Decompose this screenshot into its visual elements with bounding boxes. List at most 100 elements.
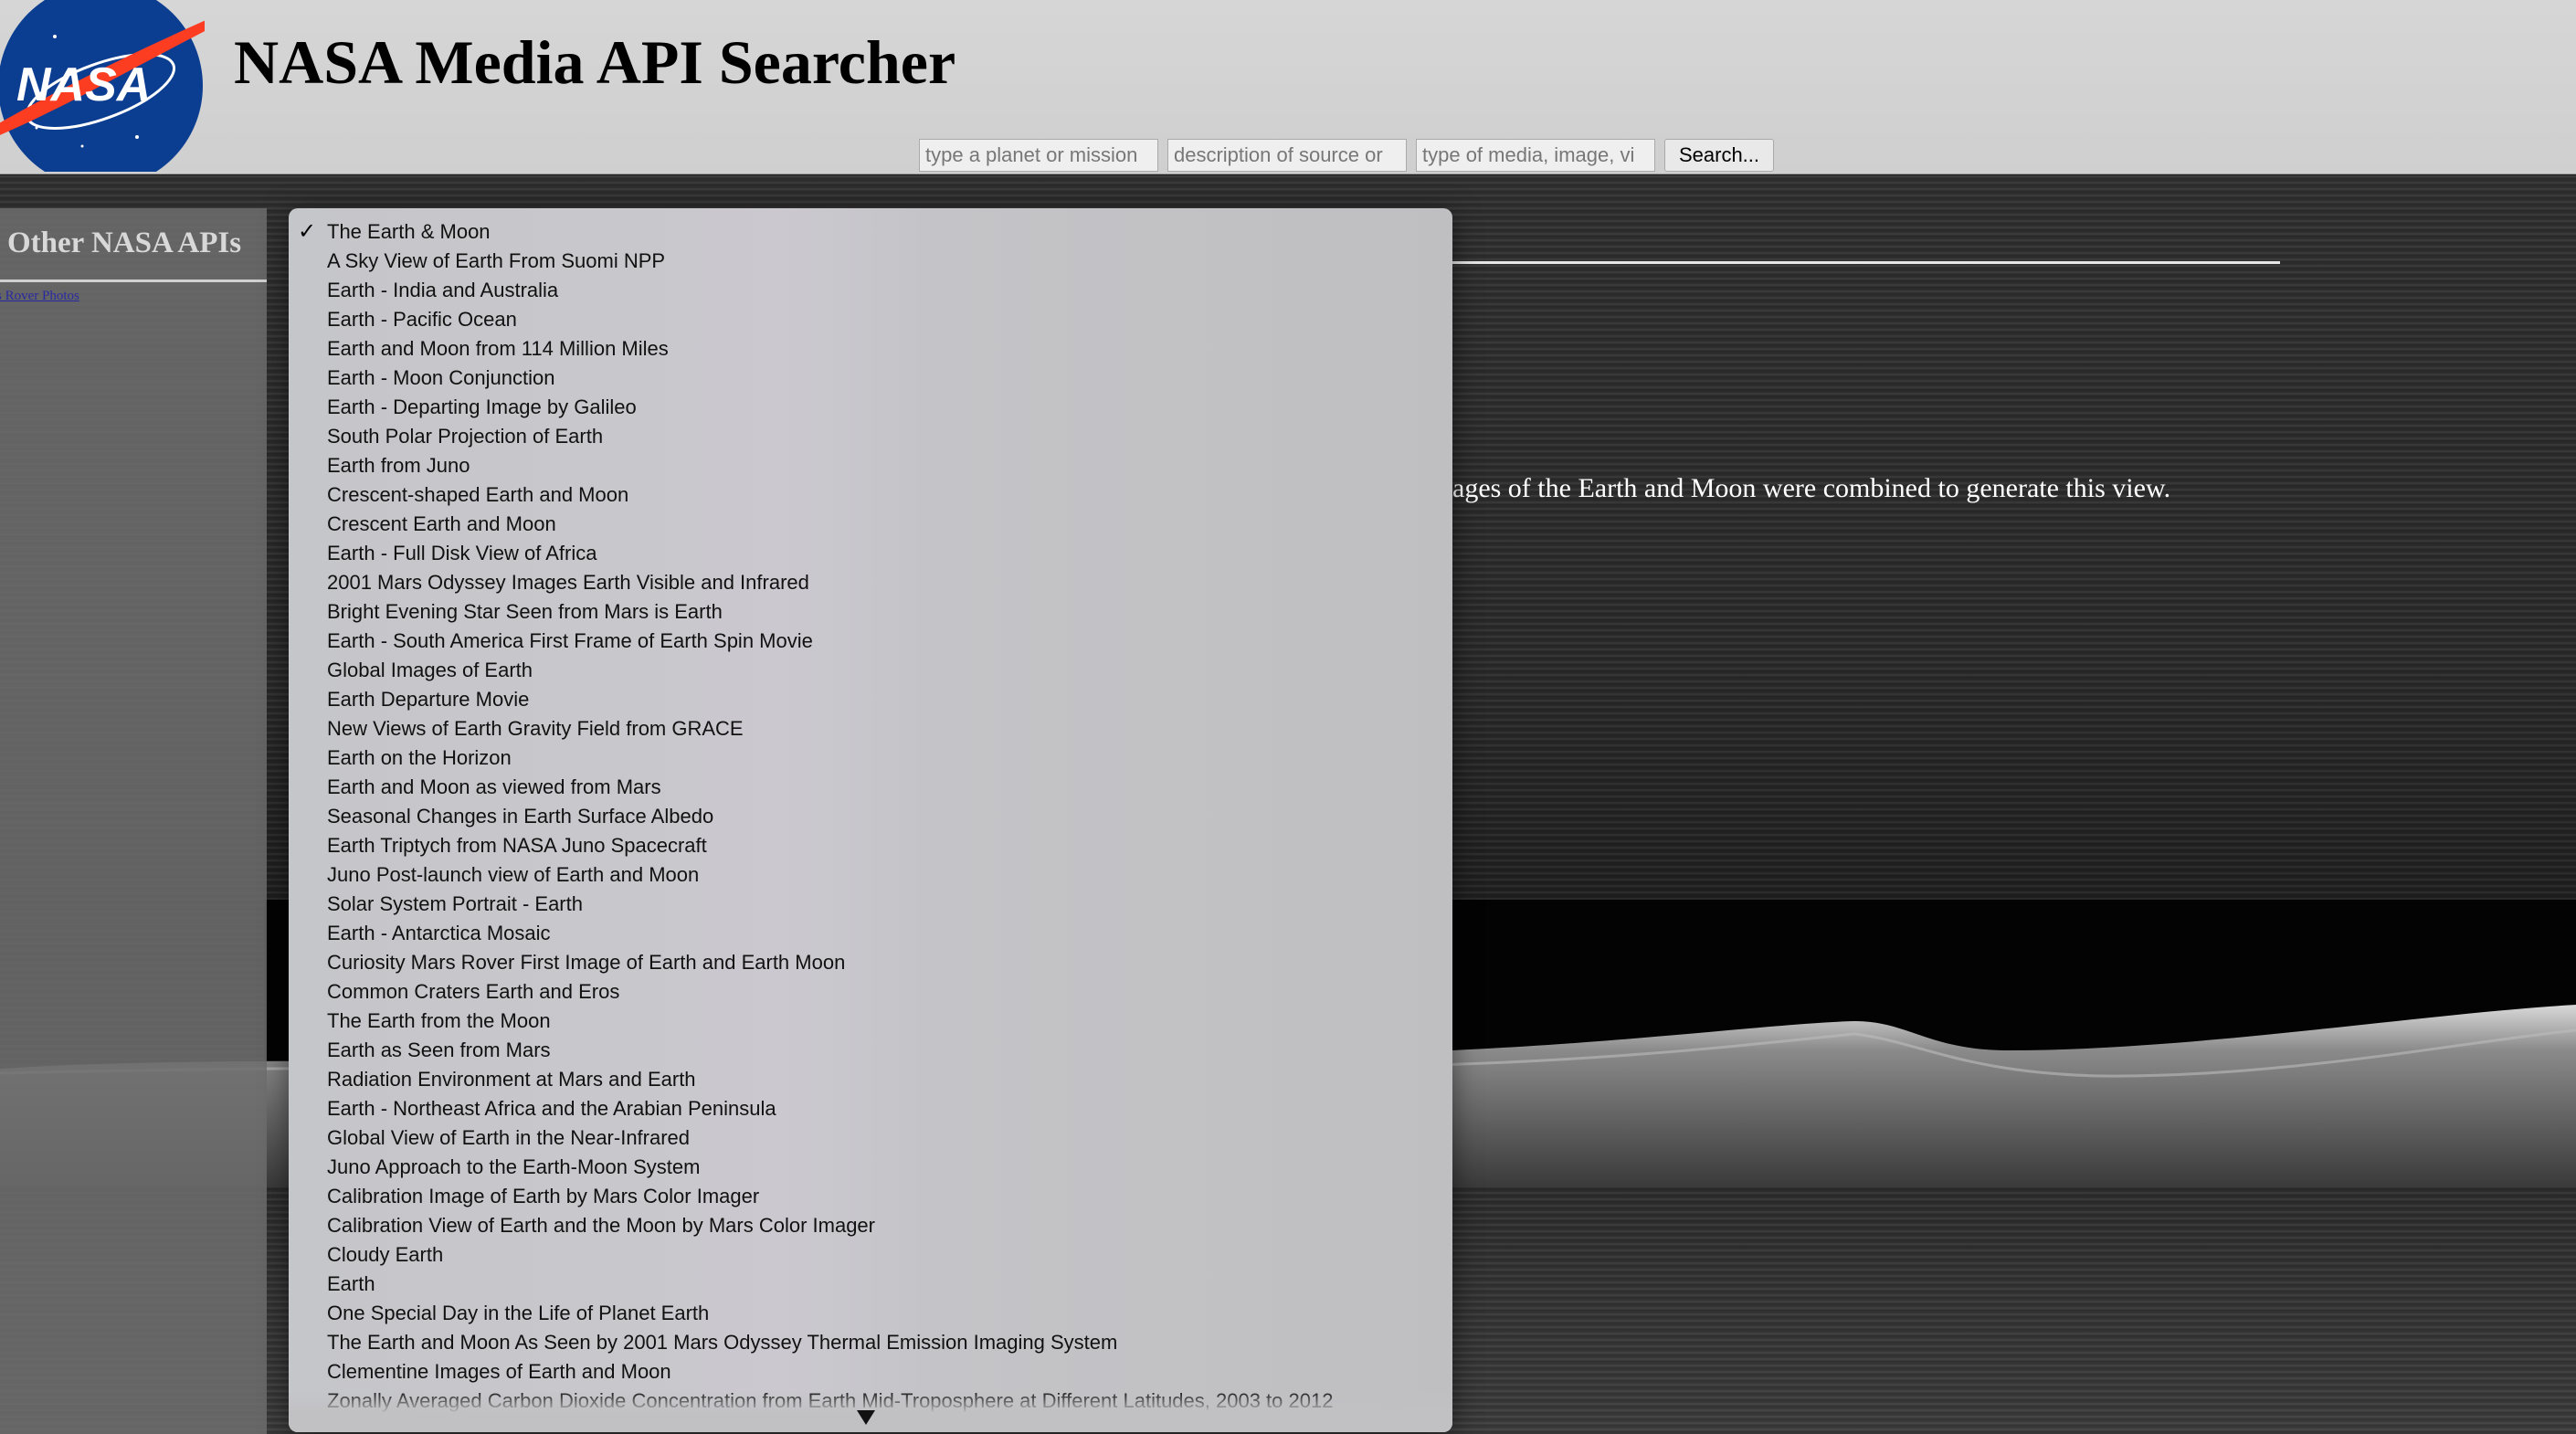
- dropdown-option[interactable]: Radiation Environment at Mars and Earth: [289, 1065, 1452, 1094]
- dropdown-option-label: Earth - South America First Frame of Ear…: [327, 629, 813, 652]
- dropdown-option-label: One Special Day in the Life of Planet Ea…: [327, 1302, 710, 1324]
- dropdown-option-label: Bright Evening Star Seen from Mars is Ea…: [327, 600, 723, 623]
- dropdown-option-label: The Earth from the Moon: [327, 1009, 551, 1032]
- dropdown-option[interactable]: Global View of Earth in the Near-Infrare…: [289, 1123, 1452, 1153]
- dropdown-option[interactable]: Global Images of Earth: [289, 656, 1452, 685]
- dropdown-option[interactable]: New Views of Earth Gravity Field from GR…: [289, 714, 1452, 743]
- media-type-search-input[interactable]: [1416, 139, 1655, 172]
- dropdown-option[interactable]: Earth - Departing Image by Galileo: [289, 393, 1452, 422]
- svg-text:NASA: NASA: [16, 58, 151, 111]
- dropdown-option-label: Cloudy Earth: [327, 1243, 444, 1266]
- dropdown-option-label: Earth - Northeast Africa and the Arabian…: [327, 1097, 776, 1120]
- dropdown-option-label: Crescent-shaped Earth and Moon: [327, 483, 629, 506]
- sidebar-title: Other NASA APIs: [7, 227, 242, 259]
- dropdown-option-label: Earth - India and Australia: [327, 279, 559, 301]
- sidebar-link-rover-photos[interactable]: s Rover Photos: [0, 289, 79, 304]
- dropdown-option[interactable]: South Polar Projection of Earth: [289, 422, 1452, 451]
- dropdown-option[interactable]: Earth Departure Movie: [289, 685, 1452, 714]
- dropdown-option-label: Common Craters Earth and Eros: [327, 980, 620, 1003]
- media-select-dropdown[interactable]: ✓ The Earth & Moon A Sky View of Earth Fro…: [289, 208, 1452, 1432]
- dropdown-option[interactable]: Earth and Moon from 114 Million Miles: [289, 334, 1452, 364]
- dropdown-option-label: Earth as Seen from Mars: [327, 1039, 551, 1061]
- media-description: ages of the Earth and Moon were combined…: [1452, 473, 2171, 503]
- dropdown-option-label: Earth from Juno: [327, 454, 470, 477]
- dropdown-option[interactable]: Clementine Images of Earth and Moon: [289, 1357, 1452, 1387]
- search-button[interactable]: Search...: [1664, 139, 1774, 172]
- dropdown-option[interactable]: One Special Day in the Life of Planet Ea…: [289, 1299, 1452, 1328]
- dropdown-option-label: Earth - Full Disk View of Africa: [327, 542, 597, 564]
- dropdown-option[interactable]: Earth - Full Disk View of Africa: [289, 539, 1452, 568]
- site-header: NASA NASA Media API Searcher Search...: [0, 0, 2576, 174]
- dropdown-option[interactable]: Cloudy Earth: [289, 1240, 1452, 1270]
- dropdown-option[interactable]: Earth from Juno: [289, 451, 1452, 480]
- dropdown-option-label: Earth - Pacific Ocean: [327, 308, 517, 331]
- dropdown-option-label: Earth - Antarctica Mosaic: [327, 922, 551, 944]
- dropdown-option-label: Global View of Earth in the Near-Infrare…: [327, 1126, 691, 1149]
- dropdown-option-label: Calibration Image of Earth by Mars Color…: [327, 1185, 760, 1207]
- sidebar: Other NASA APIs s Rover Photos: [0, 208, 267, 1434]
- dropdown-options-list: ✓ The Earth & Moon A Sky View of Earth Fro…: [289, 217, 1452, 1416]
- dropdown-option[interactable]: Common Craters Earth and Eros: [289, 977, 1452, 1007]
- dropdown-option-label: 2001 Mars Odyssey Images Earth Visible a…: [327, 571, 809, 594]
- dropdown-option[interactable]: A Sky View of Earth From Suomi NPP: [289, 247, 1452, 276]
- dropdown-option-label: Earth: [327, 1272, 375, 1295]
- dropdown-option[interactable]: Seasonal Changes in Earth Surface Albedo: [289, 802, 1452, 831]
- dropdown-option[interactable]: Bright Evening Star Seen from Mars is Ea…: [289, 597, 1452, 627]
- dropdown-option[interactable]: Juno Post-launch view of Earth and Moon: [289, 860, 1452, 890]
- dropdown-option-label: The Earth and Moon As Seen by 2001 Mars …: [327, 1331, 1118, 1354]
- dropdown-option-label: Earth and Moon from 114 Million Miles: [327, 337, 669, 360]
- dropdown-option[interactable]: Earth Triptych from NASA Juno Spacecraft: [289, 831, 1452, 860]
- dropdown-option-label: Earth - Moon Conjunction: [327, 366, 555, 389]
- page: NASA NASA Media API Searcher Search... O…: [0, 0, 2576, 1434]
- dropdown-option[interactable]: Calibration View of Earth and the Moon b…: [289, 1211, 1452, 1240]
- dropdown-option-label: Global Images of Earth: [327, 659, 533, 681]
- dropdown-option[interactable]: Earth on the Horizon: [289, 743, 1452, 773]
- dropdown-option-label: Juno Post-launch view of Earth and Moon: [327, 863, 700, 886]
- dropdown-option[interactable]: ✓ The Earth & Moon: [289, 217, 1452, 247]
- dropdown-option[interactable]: Earth - Antarctica Mosaic: [289, 919, 1452, 948]
- dropdown-option[interactable]: The Earth and Moon As Seen by 2001 Mars …: [289, 1328, 1452, 1357]
- dropdown-option[interactable]: Solar System Portrait - Earth: [289, 890, 1452, 919]
- dropdown-option-label: Clementine Images of Earth and Moon: [327, 1360, 671, 1383]
- content-divider: [1452, 261, 2280, 264]
- dropdown-option-label: South Polar Projection of Earth: [327, 425, 604, 448]
- dropdown-option[interactable]: Earth - South America First Frame of Ear…: [289, 627, 1452, 656]
- source-search-input[interactable]: [1167, 139, 1407, 172]
- dropdown-option[interactable]: Earth: [289, 1270, 1452, 1299]
- dropdown-option-label: Curiosity Mars Rover First Image of Eart…: [327, 951, 846, 974]
- dropdown-option[interactable]: Earth - Northeast Africa and the Arabian…: [289, 1094, 1452, 1123]
- dropdown-option[interactable]: Earth as Seen from Mars: [289, 1036, 1452, 1065]
- dropdown-option-label: Crescent Earth and Moon: [327, 512, 556, 535]
- dropdown-option[interactable]: Earth - Moon Conjunction: [289, 364, 1452, 393]
- page-title: NASA Media API Searcher: [234, 27, 956, 97]
- dropdown-option[interactable]: Crescent Earth and Moon: [289, 510, 1452, 539]
- search-bar: Search...: [919, 139, 1774, 172]
- dropdown-option[interactable]: Calibration Image of Earth by Mars Color…: [289, 1182, 1452, 1211]
- dropdown-option[interactable]: Crescent-shaped Earth and Moon: [289, 480, 1452, 510]
- dropdown-option[interactable]: Curiosity Mars Rover First Image of Eart…: [289, 948, 1452, 977]
- dropdown-option-label: New Views of Earth Gravity Field from GR…: [327, 717, 744, 740]
- dropdown-option-label: Seasonal Changes in Earth Surface Albedo: [327, 805, 714, 828]
- dropdown-option[interactable]: Earth and Moon as viewed from Mars: [289, 773, 1452, 802]
- dropdown-option-label: Radiation Environment at Mars and Earth: [327, 1068, 696, 1091]
- planet-search-input[interactable]: [919, 139, 1158, 172]
- dropdown-option[interactable]: Earth - Pacific Ocean: [289, 305, 1452, 334]
- dropdown-option-label: Earth - Departing Image by Galileo: [327, 395, 637, 418]
- dropdown-option-label: Earth Triptych from NASA Juno Spacecraft: [327, 834, 707, 857]
- dropdown-option-label: Calibration View of Earth and the Moon b…: [327, 1214, 875, 1237]
- dropdown-option[interactable]: Earth - India and Australia: [289, 276, 1452, 305]
- dropdown-option-label: Earth and Moon as viewed from Mars: [327, 775, 661, 798]
- dropdown-option-label: Juno Approach to the Earth-Moon System: [327, 1155, 701, 1178]
- checkmark-icon: ✓: [298, 219, 317, 244]
- dropdown-option-label: Solar System Portrait - Earth: [327, 892, 583, 915]
- nasa-logo-icon[interactable]: NASA: [0, 0, 205, 172]
- scroll-down-arrow-icon[interactable]: [857, 1410, 875, 1425]
- dropdown-option-label: Earth Departure Movie: [327, 688, 530, 711]
- dropdown-option-label: Earth on the Horizon: [327, 746, 512, 769]
- dropdown-option-label: The Earth & Moon: [327, 220, 491, 243]
- sidebar-divider: [0, 279, 267, 282]
- dropdown-option[interactable]: 2001 Mars Odyssey Images Earth Visible a…: [289, 568, 1452, 597]
- dropdown-option[interactable]: The Earth from the Moon: [289, 1007, 1452, 1036]
- dropdown-option[interactable]: Juno Approach to the Earth-Moon System: [289, 1153, 1452, 1182]
- dropdown-option-label: A Sky View of Earth From Suomi NPP: [327, 249, 666, 272]
